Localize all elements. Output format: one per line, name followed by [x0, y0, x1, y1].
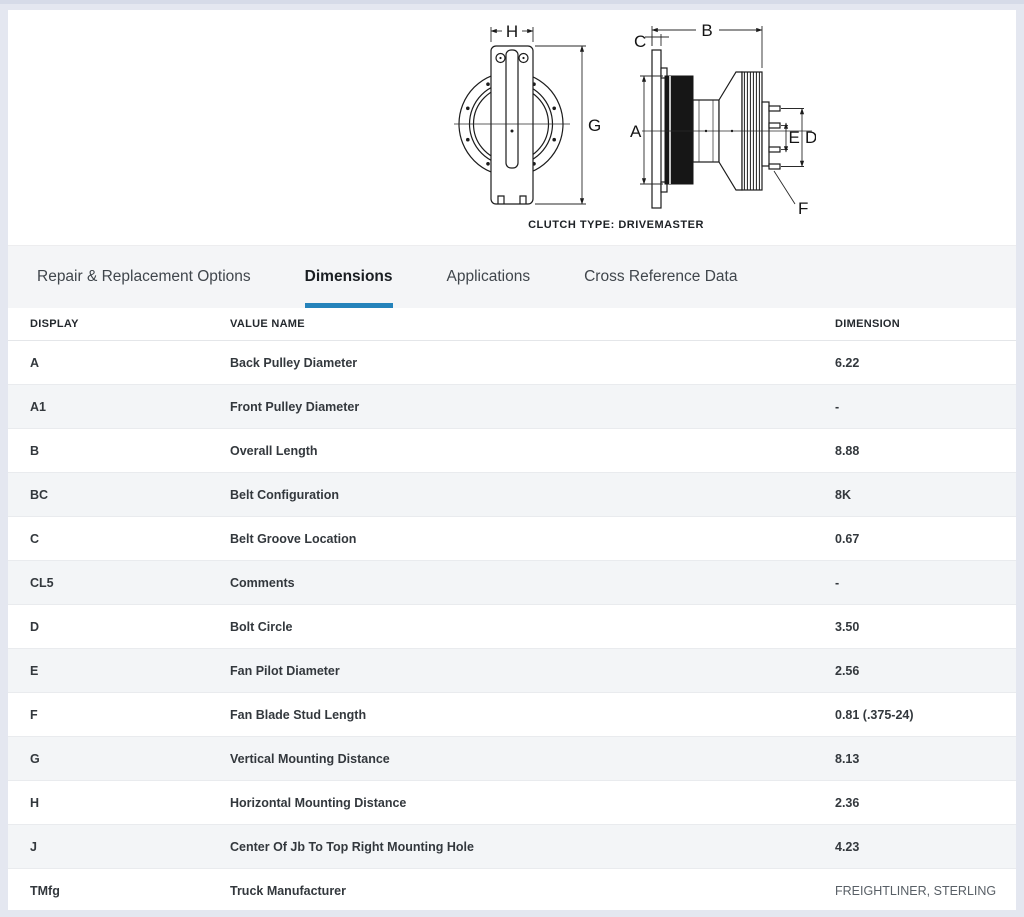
table-row: H Horizontal Mounting Distance 2.36 [8, 781, 1016, 825]
tab-cross-reference-data[interactable]: Cross Reference Data [584, 246, 737, 308]
cell-value-name: Back Pulley Diameter [230, 356, 835, 370]
cell-dimension: 8.88 [835, 444, 1016, 458]
dim-label-h: H [506, 22, 518, 41]
dimensions-table-body: A Back Pulley Diameter 6.22 A1 Front Pul… [8, 341, 1016, 910]
clutch-diagram: H G [416, 16, 816, 221]
side-view: B C A E D [630, 21, 816, 218]
detail-tab-bar: Repair & Replacement Options Dimensions … [8, 245, 1016, 308]
cell-dimension: FREIGHTLINER, STERLING [835, 884, 1016, 898]
column-header-display: DISPLAY [30, 318, 230, 330]
cell-display: F [30, 708, 230, 722]
table-row: BC Belt Configuration 8K [8, 473, 1016, 517]
table-row: CL5 Comments - [8, 561, 1016, 605]
cell-value-name: Overall Length [230, 444, 835, 458]
clutch-type-caption: CLUTCH TYPE: DRIVEMASTER [416, 219, 816, 231]
table-row: C Belt Groove Location 0.67 [8, 517, 1016, 561]
cell-value-name: Fan Blade Stud Length [230, 708, 835, 722]
cell-dimension: 2.56 [835, 664, 1016, 678]
table-row: B Overall Length 8.88 [8, 429, 1016, 473]
cell-value-name: Center Of Jb To Top Right Mounting Hole [230, 840, 835, 854]
page-top-edge [0, 0, 1024, 4]
dim-label-b: B [701, 21, 712, 40]
cell-dimension: 2.36 [835, 796, 1016, 810]
cell-dimension: - [835, 400, 1016, 414]
cell-display: TMfg [30, 884, 230, 898]
cell-value-name: Truck Manufacturer [230, 884, 835, 898]
dim-label-e: E [789, 128, 800, 147]
cell-display: A1 [30, 400, 230, 414]
table-row: A1 Front Pulley Diameter - [8, 385, 1016, 429]
front-view: H G [454, 22, 601, 204]
cell-dimension: 8.13 [835, 752, 1016, 766]
cell-value-name: Horizontal Mounting Distance [230, 796, 835, 810]
cell-dimension: 4.23 [835, 840, 1016, 854]
dim-label-a: A [630, 122, 642, 141]
table-row: TMfg Truck Manufacturer FREIGHTLINER, ST… [8, 869, 1016, 910]
table-row: F Fan Blade Stud Length 0.81 (.375-24) [8, 693, 1016, 737]
column-header-dimension: DIMENSION [835, 318, 1016, 330]
cell-display: D [30, 620, 230, 634]
cell-display: H [30, 796, 230, 810]
table-header-row: DISPLAY VALUE NAME DIMENSION [8, 308, 1016, 341]
tab-dimensions[interactable]: Dimensions [305, 246, 393, 308]
dim-label-c: C [634, 32, 646, 51]
cell-value-name: Vertical Mounting Distance [230, 752, 835, 766]
cell-dimension: 0.67 [835, 532, 1016, 546]
dim-label-d: D [805, 128, 816, 147]
cell-dimension: 3.50 [835, 620, 1016, 634]
cell-display: BC [30, 488, 230, 502]
cell-display: CL5 [30, 576, 230, 590]
tab-repair-replacement-options[interactable]: Repair & Replacement Options [37, 246, 251, 308]
cell-value-name: Belt Configuration [230, 488, 835, 502]
table-row: G Vertical Mounting Distance 8.13 [8, 737, 1016, 781]
cell-value-name: Comments [230, 576, 835, 590]
cell-value-name: Front Pulley Diameter [230, 400, 835, 414]
dim-label-f: F [798, 199, 808, 218]
cell-value-name: Fan Pilot Diameter [230, 664, 835, 678]
cell-dimension: 6.22 [835, 356, 1016, 370]
cell-display: J [30, 840, 230, 854]
cell-display: C [30, 532, 230, 546]
cell-dimension: 0.81 (.375-24) [835, 708, 1016, 722]
table-row: E Fan Pilot Diameter 2.56 [8, 649, 1016, 693]
cell-dimension: - [835, 576, 1016, 590]
table-row: D Bolt Circle 3.50 [8, 605, 1016, 649]
cell-value-name: Belt Groove Location [230, 532, 835, 546]
column-header-value-name: VALUE NAME [230, 318, 835, 330]
dimensions-table: DISPLAY VALUE NAME DIMENSION A Back Pull… [8, 308, 1016, 910]
cell-dimension: 8K [835, 488, 1016, 502]
tab-applications[interactable]: Applications [447, 246, 531, 308]
cell-display: B [30, 444, 230, 458]
cell-value-name: Bolt Circle [230, 620, 835, 634]
clutch-diagram-section: H G [8, 10, 1016, 245]
table-row: J Center Of Jb To Top Right Mounting Hol… [8, 825, 1016, 869]
cell-display: A [30, 356, 230, 370]
cell-display: G [30, 752, 230, 766]
dim-label-g: G [588, 116, 601, 135]
table-row: A Back Pulley Diameter 6.22 [8, 341, 1016, 385]
cell-display: E [30, 664, 230, 678]
product-detail-panel: H G [8, 10, 1016, 910]
